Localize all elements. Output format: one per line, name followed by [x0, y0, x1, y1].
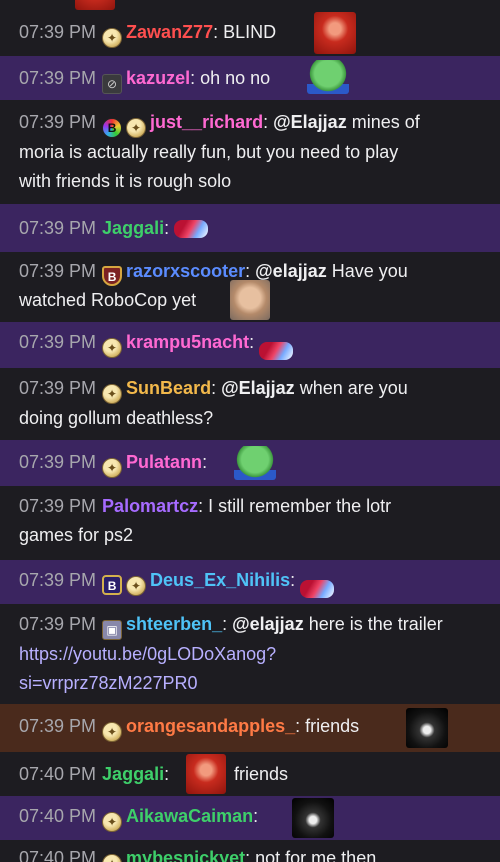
- timestamp: 07:39 PM: [19, 68, 97, 88]
- timestamp: 07:39 PM: [19, 716, 97, 736]
- timestamp: 07:40 PM: [19, 806, 97, 826]
- message-text: friends: [234, 764, 289, 784]
- timestamp: 07:39 PM: [19, 452, 97, 472]
- shield-b-badge-icon[interactable]: B: [102, 266, 123, 286]
- gold-coin-badge-icon[interactable]: ✦: [102, 458, 123, 478]
- message-link[interactable]: si=vrrprz78zM227PR0: [19, 669, 494, 698]
- timestamp: 07:39 PM: [19, 332, 97, 352]
- sub-b-badge-icon[interactable]: B: [102, 575, 123, 595]
- face-emote: [230, 280, 270, 320]
- red-face-emote: [75, 0, 115, 10]
- message-link[interactable]: https://youtu.be/0gLODoXanog?: [19, 640, 494, 669]
- gold-coin-badge-icon[interactable]: ✦: [102, 722, 123, 742]
- chat-message: 07:39 PM B ✦ just__richard: @Elajjaz mines …: [0, 100, 500, 204]
- red-face-emote: [186, 754, 226, 794]
- pepe-frog-emote: [234, 446, 276, 480]
- message-text: I still remember the lotr: [208, 496, 392, 516]
- username[interactable]: Deus_Ex_Nihilis: [150, 570, 290, 590]
- chat-message: 07:40 PM Jaggali: friends: [0, 752, 500, 796]
- username[interactable]: SunBeard: [126, 378, 211, 398]
- mouse-emote: [259, 342, 294, 360]
- username[interactable]: krampu5nacht: [126, 332, 249, 352]
- username[interactable]: mybesnickyet: [126, 848, 245, 862]
- gold-coin-badge-icon[interactable]: ✦: [102, 384, 123, 404]
- timestamp: 07:39 PM: [19, 22, 97, 42]
- username[interactable]: orangesandapples_: [126, 716, 295, 736]
- timestamp: 07:40 PM: [19, 764, 97, 784]
- chat-message: 07:40 PM ✦ AikawaCaiman:: [0, 796, 500, 840]
- chat-message: 07:39 PM ✦ orangesandapples_: friends: [0, 704, 500, 752]
- message-text: oh no no: [200, 68, 271, 88]
- pepe-frog-emote: [307, 60, 349, 94]
- mouse-emote: [300, 580, 335, 598]
- gold-coin-badge-icon[interactable]: ✦: [126, 118, 147, 138]
- mouse-emote: [174, 220, 209, 238]
- message-text: friends: [305, 716, 360, 736]
- username[interactable]: Palomartcz: [102, 496, 198, 516]
- message-text: not for me then: [255, 848, 377, 862]
- red-face-emote: [314, 12, 356, 54]
- username[interactable]: Pulatann: [126, 452, 202, 472]
- chat-message: 07:39 PM Jaggali:: [0, 204, 500, 252]
- timestamp: 07:39 PM: [19, 261, 97, 281]
- username[interactable]: AikawaCaiman: [126, 806, 253, 826]
- message-text: here is the trailer: [308, 614, 443, 634]
- timestamp: 07:39 PM: [19, 218, 97, 238]
- gold-coin-badge-icon[interactable]: ✦: [102, 28, 123, 48]
- message-text: mines of: [351, 112, 420, 132]
- timestamp: 07:39 PM: [19, 496, 97, 516]
- message-text: doing gollum deathless?: [19, 408, 214, 428]
- timestamp: 07:39 PM: [19, 112, 97, 132]
- timestamp: 07:40 PM: [19, 848, 97, 862]
- gift-box-badge-icon[interactable]: ▣: [102, 620, 123, 640]
- mention[interactable]: @elajjaz: [255, 261, 327, 281]
- message-text: moria is actually really fun, but you ne…: [19, 142, 399, 162]
- chat-message: 07:39 PM ✦ ZawanZ77: BLIND: [0, 10, 500, 56]
- message-text: watched RoboCop yet: [19, 290, 197, 310]
- mention[interactable]: @Elajjaz: [273, 112, 347, 132]
- chat-message: 07:40 PM✦mybesnickyet: not for me then: [0, 840, 500, 862]
- timestamp: 07:39 PM: [19, 570, 97, 590]
- message-text: with friends it is rough solo: [19, 171, 232, 191]
- chat-message: 07:39 PM ✦ Pulatann:: [0, 440, 500, 486]
- rainbow-b-badge-icon[interactable]: B: [102, 118, 123, 138]
- username[interactable]: Jaggali: [102, 764, 164, 784]
- chat-message: 07:39 PM B ✦ Deus_Ex_Nihilis:: [0, 560, 500, 604]
- message-text: Have you: [331, 261, 408, 281]
- eye-slash-badge-icon[interactable]: ⊘: [102, 74, 123, 94]
- gold-coin-badge-icon[interactable]: ✦: [102, 338, 123, 358]
- chat-message: 07:39 PM ✦ SunBeard: @Elajjaz when are you…: [0, 368, 500, 440]
- gold-coin-badge-icon[interactable]: ✦: [102, 854, 123, 862]
- message-text: BLIND: [223, 22, 277, 42]
- username[interactable]: Jaggali: [102, 218, 164, 238]
- username[interactable]: ZawanZ77: [126, 22, 213, 42]
- message-text: when are you: [299, 378, 408, 398]
- chat-panel: 07:39 PM ✦ ZawanZ77: BLIND 07:39 PM ⊘ kazuze…: [0, 0, 500, 862]
- chat-message: [0, 0, 500, 10]
- username[interactable]: just__richard: [150, 112, 263, 132]
- cat-emote: [406, 708, 448, 748]
- username[interactable]: shteerben_: [126, 614, 222, 634]
- mention[interactable]: @elajjaz: [232, 614, 304, 634]
- mention[interactable]: @Elajjaz: [221, 378, 295, 398]
- chat-message: 07:39 PM Brazorxscooter: @elajjaz Have yo…: [0, 252, 500, 322]
- timestamp: 07:39 PM: [19, 378, 97, 398]
- gold-coin-badge-icon[interactable]: ✦: [102, 812, 123, 832]
- cat-emote: [292, 798, 334, 838]
- username[interactable]: kazuzel: [126, 68, 190, 88]
- chat-message: 07:39 PM ✦ krampu5nacht:: [0, 322, 500, 368]
- chat-message: 07:39 PM Palomartcz: I still remember the…: [0, 486, 500, 560]
- chat-message: 07:39 PM ⊘ kazuzel: oh no no: [0, 56, 500, 100]
- chat-message: 07:39 PM ▣ shteerben_: @elajjaz here is th…: [0, 604, 500, 704]
- username[interactable]: razorxscooter: [126, 261, 245, 281]
- gold-coin-badge-icon[interactable]: ✦: [126, 576, 147, 596]
- message-text: games for ps2: [19, 525, 134, 545]
- timestamp: 07:39 PM: [19, 614, 97, 634]
